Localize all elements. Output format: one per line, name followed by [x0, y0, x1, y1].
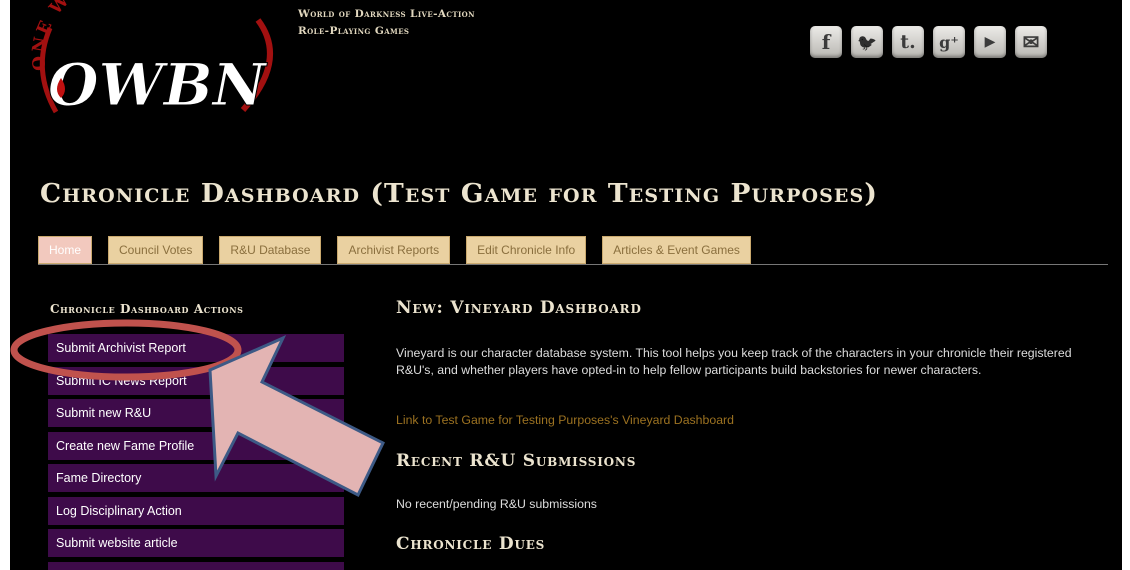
email-glyph: ✉	[1022, 30, 1040, 54]
ru-empty-message: No recent/pending R&U submissions	[396, 497, 597, 511]
tab-council-votes[interactable]: Council Votes	[108, 236, 204, 264]
facebook-icon[interactable]: f	[810, 26, 842, 58]
tagline-line-1: World of Darkness Live-Action	[298, 8, 475, 20]
google-plus-icon[interactable]: g⁺	[933, 26, 965, 58]
vineyard-description: Vineyard is our character database syste…	[396, 346, 1072, 377]
sidebar-heading: Chronicle Dashboard Actions	[50, 302, 244, 316]
page: ONE WORLD BY NIGHT OWBN World of Darknes…	[10, 0, 1122, 570]
google-plus-glyph: g⁺	[939, 32, 959, 52]
submit-website-article-button[interactable]: Submit website article	[48, 529, 344, 557]
social-icons: f 🐦 t. g⁺ ▶ ✉	[810, 26, 1047, 58]
recent-ru-heading: Recent R&U Submissions	[396, 451, 637, 471]
tab-articles-event-games[interactable]: Articles & Event Games	[602, 236, 751, 264]
create-fame-profile-button[interactable]: Create new Fame Profile	[48, 431, 344, 460]
tagline: World of Darkness Live-Action Role-Playi…	[298, 6, 475, 40]
sidebar-actions: Submit Archivist Report Submit IC News R…	[48, 334, 344, 570]
email-icon[interactable]: ✉	[1015, 26, 1047, 58]
submit-archivist-report-button[interactable]: Submit Archivist Report	[48, 334, 344, 362]
chronicle-dues-heading: Chronicle Dues	[396, 534, 546, 554]
tab-home[interactable]: Home	[38, 236, 93, 264]
twitter-glyph: 🐦	[857, 32, 877, 52]
tumblr-icon[interactable]: t.	[892, 26, 924, 58]
tab-ru-database[interactable]: R&U Database	[219, 236, 322, 264]
tab-bar: Home Council Votes R&U Database Archivis…	[38, 236, 1108, 265]
fame-directory-button[interactable]: Fame Directory	[48, 464, 344, 492]
tumblr-glyph: t.	[900, 31, 916, 53]
tagline-line-2: Role-Playing Games	[298, 25, 410, 37]
youtube-glyph: ▶	[984, 34, 996, 50]
tab-edit-chronicle-info[interactable]: Edit Chronicle Info	[466, 236, 587, 264]
owbn-logo[interactable]: ONE WORLD BY NIGHT OWBN	[28, 0, 288, 120]
vineyard-dashboard-link[interactable]: Link to Test Game for Testing Purposes's…	[396, 413, 734, 427]
page-title: Chronicle Dashboard (Test Game for Testi…	[40, 178, 878, 209]
log-disciplinary-action-button[interactable]: Log Disciplinary Action	[48, 496, 344, 525]
sidebar-next-item[interactable]	[48, 561, 344, 570]
youtube-icon[interactable]: ▶	[974, 26, 1006, 58]
facebook-glyph: f	[821, 30, 831, 54]
submit-new-ru-button[interactable]: Submit new R&U	[48, 399, 344, 427]
vineyard-heading: New: Vineyard Dashboard	[396, 298, 642, 318]
twitter-icon[interactable]: 🐦	[851, 26, 883, 58]
logo-text: OWBN	[48, 51, 268, 119]
submit-ic-news-report-button[interactable]: Submit IC News Report	[48, 366, 344, 395]
tab-archivist-reports[interactable]: Archivist Reports	[337, 236, 451, 264]
